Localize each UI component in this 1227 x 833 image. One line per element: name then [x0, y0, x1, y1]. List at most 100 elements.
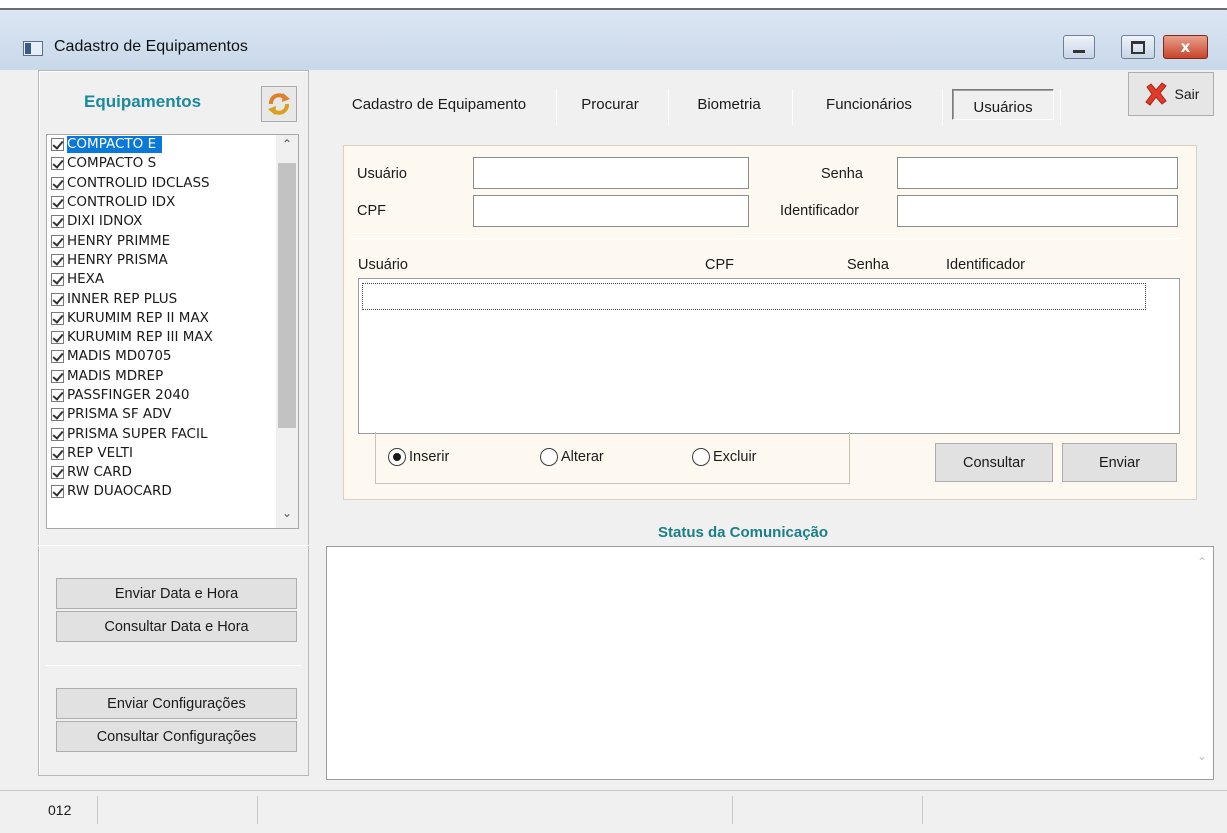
equipment-name: DIXI IDNOX — [67, 213, 143, 230]
equipment-list-item[interactable]: HENRY PRIMME — [47, 231, 298, 250]
equipment-name: RW DUAOCARD — [67, 483, 172, 500]
usuario-input[interactable] — [473, 157, 749, 189]
checkbox[interactable] — [51, 446, 64, 460]
equipment-list-item[interactable]: MADIS MD0705 — [47, 347, 298, 366]
tab-funcionarios[interactable]: Funcionários — [800, 80, 938, 128]
divider — [38, 545, 309, 546]
maximize-button[interactable] — [1121, 35, 1155, 59]
radio-inserir-dot[interactable] — [388, 448, 406, 466]
checkbox[interactable] — [51, 215, 64, 229]
consultar-button[interactable]: Consultar — [935, 443, 1053, 482]
checkbox[interactable] — [51, 273, 64, 287]
grid-header-identificador: Identificador — [946, 257, 1025, 273]
status-bar-cell: 012 — [36, 796, 98, 824]
equipment-list-scrollbar[interactable]: ⌃ ⌄ — [276, 135, 298, 528]
close-button[interactable]: x — [1163, 35, 1208, 59]
equipment-name: MADIS MDREP — [67, 367, 164, 384]
title-bar[interactable]: Cadastro de Equipamentos x — [0, 10, 1227, 70]
scroll-down-icon[interactable]: ⌄ — [1191, 749, 1213, 771]
checkbox[interactable] — [51, 369, 64, 383]
equipment-list-item[interactable]: REP VELTI — [47, 444, 298, 463]
radio-inserir-label: Inserir — [409, 449, 450, 465]
equipment-name: RW CARD — [67, 464, 132, 481]
equipment-list-item[interactable]: PASSFINGER 2040 — [47, 386, 298, 405]
cpf-label: CPF — [357, 203, 386, 219]
radio-inserir[interactable]: Inserir — [388, 448, 449, 466]
equipment-list-item[interactable]: COMPACTO S — [47, 154, 298, 173]
scroll-down-icon[interactable]: ⌄ — [276, 506, 298, 528]
cpf-input[interactable] — [473, 195, 749, 227]
equipment-list-item[interactable]: MADIS MDREP — [47, 367, 298, 386]
enviar-button[interactable]: Enviar — [1062, 443, 1177, 482]
tab-cadastro[interactable]: Cadastro de Equipamento — [324, 80, 554, 128]
grid-header-senha: Senha — [847, 257, 889, 273]
identificador-input[interactable] — [897, 195, 1178, 227]
radio-alterar[interactable]: Alterar — [540, 448, 604, 466]
equipment-name: PASSFINGER 2040 — [67, 387, 190, 403]
status-title: Status da Comunicação — [658, 524, 829, 541]
checkbox[interactable] — [51, 157, 64, 171]
checkbox[interactable] — [51, 350, 64, 364]
scroll-thumb[interactable] — [278, 163, 296, 428]
minimize-button[interactable] — [1063, 35, 1095, 59]
refresh-icon — [268, 93, 290, 115]
equipment-name: KURUMIM REP II MAX — [67, 309, 209, 326]
window-title: Cadastro de Equipamentos — [54, 38, 248, 55]
status-log[interactable]: ⌃ ⌄ — [326, 546, 1214, 780]
checkbox[interactable] — [51, 311, 64, 325]
scroll-up-icon[interactable]: ⌃ — [1191, 555, 1213, 577]
equipment-list[interactable]: COMPACTO E COMPACTO S CONTROLID IDCLASS CON… — [46, 134, 299, 529]
tab-divider — [792, 89, 793, 125]
tab-biometria[interactable]: Biometria — [674, 80, 784, 128]
checkbox[interactable] — [51, 253, 64, 267]
checkbox[interactable] — [51, 389, 64, 402]
divider — [46, 665, 302, 666]
equipment-list-item[interactable]: CONTROLID IDX — [47, 193, 298, 212]
equipment-list-item[interactable]: PRISMA SF ADV — [47, 405, 298, 424]
equipment-list-item[interactable]: DIXI IDNOX — [47, 212, 298, 231]
scroll-up-icon[interactable]: ⌃ — [276, 137, 298, 159]
users-grid[interactable] — [358, 278, 1180, 434]
checkbox[interactable] — [51, 427, 64, 441]
tab-usuarios[interactable]: Usuários — [952, 83, 1054, 131]
divider — [350, 238, 1180, 239]
equipment-list-item[interactable]: KURUMIM REP III MAX — [47, 328, 298, 347]
tab-divider — [942, 89, 943, 125]
checkbox[interactable] — [51, 196, 64, 210]
tab-procurar[interactable]: Procurar — [560, 80, 660, 128]
send-datetime-button[interactable]: Enviar Data e Hora — [56, 578, 297, 609]
radio-alterar-dot[interactable] — [540, 448, 558, 466]
equipment-title: Equipamentos — [84, 92, 202, 111]
checkbox[interactable] — [51, 466, 64, 480]
equipment-list-item[interactable]: INNER REP PLUS — [47, 289, 298, 308]
query-config-button[interactable]: Consultar Configurações — [56, 721, 297, 752]
tab-divider — [668, 89, 669, 125]
checkbox[interactable] — [51, 234, 64, 248]
checkbox[interactable] — [51, 292, 64, 306]
radio-excluir-label: Excluir — [713, 449, 757, 465]
radio-excluir[interactable]: Excluir — [692, 448, 757, 466]
close-x-icon — [1144, 82, 1167, 106]
close-icon: x — [1180, 38, 1191, 56]
send-config-button[interactable]: Enviar Configurações — [56, 688, 297, 719]
checkbox[interactable] — [51, 408, 64, 422]
equipment-list-item[interactable]: COMPACTO E — [47, 135, 298, 154]
grid-row[interactable] — [362, 283, 1146, 310]
senha-input[interactable] — [897, 157, 1178, 189]
radio-excluir-dot[interactable] — [692, 448, 710, 466]
exit-button[interactable]: Sair — [1128, 72, 1214, 116]
equipment-list-item[interactable]: RW CARD — [47, 463, 298, 482]
equipment-list-item[interactable]: HEXA — [47, 270, 298, 289]
checkbox[interactable] — [51, 138, 64, 152]
equipment-list-item[interactable]: HENRY PRISMA — [47, 251, 298, 270]
exit-label: Sair — [1174, 86, 1200, 102]
checkbox[interactable] — [51, 485, 64, 499]
query-datetime-button[interactable]: Consultar Data e Hora — [56, 611, 297, 642]
refresh-button[interactable] — [261, 86, 297, 122]
equipment-list-item[interactable]: PRISMA SUPER FACIL — [47, 424, 298, 443]
equipment-list-item[interactable]: RW DUAOCARD — [47, 482, 298, 501]
equipment-list-item[interactable]: KURUMIM REP II MAX — [47, 309, 298, 328]
checkbox[interactable] — [51, 331, 64, 345]
equipment-list-item[interactable]: CONTROLID IDCLASS — [47, 174, 298, 193]
checkbox[interactable] — [51, 176, 64, 190]
